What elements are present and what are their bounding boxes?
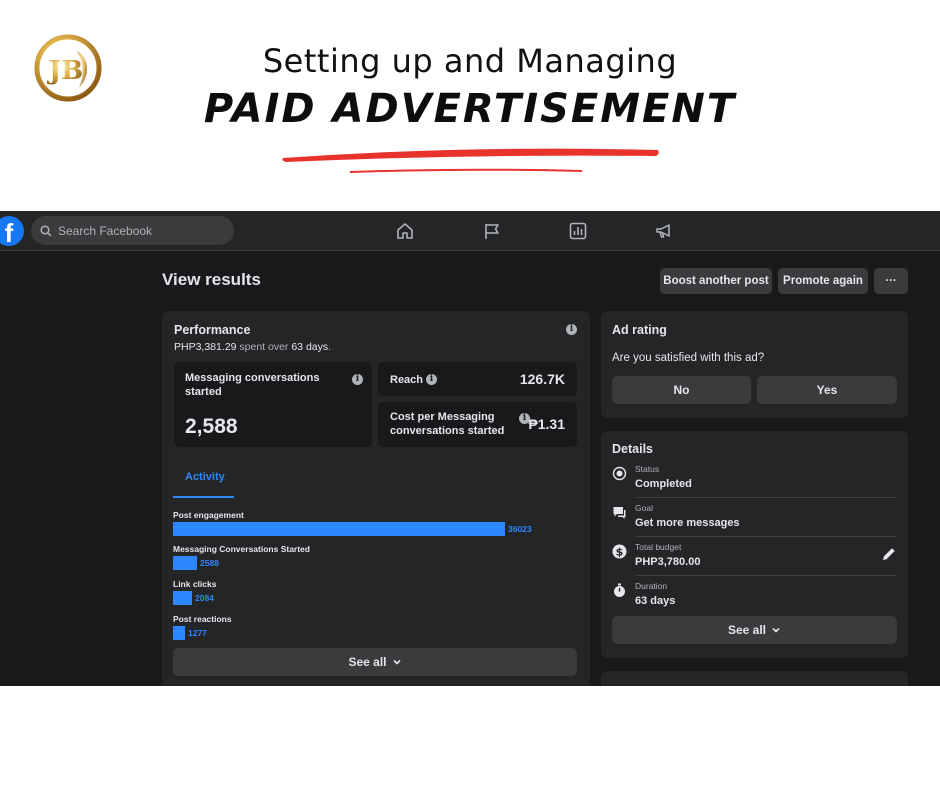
metric-label: Cost per Messaging conversations started xyxy=(390,411,505,437)
rating-no-button[interactable]: No xyxy=(612,376,751,404)
info-icon[interactable]: i xyxy=(426,374,437,385)
spent-amount: PHP3,381.29 xyxy=(174,341,237,353)
detail-value: Get more messages xyxy=(635,517,740,529)
spent-period: . xyxy=(328,341,332,353)
activity-bar xyxy=(173,626,185,640)
banner-title-line2: PAID ADVERTISEMENT xyxy=(203,86,737,132)
page-title: View results xyxy=(162,270,261,289)
search-placeholder: Search Facebook xyxy=(58,223,153,238)
activity-bar-track: 2084 xyxy=(173,591,216,605)
activity-bar-value: 2588 xyxy=(200,558,219,568)
info-icon[interactable]: i xyxy=(352,374,363,385)
tab-activity[interactable]: Activity xyxy=(185,471,225,483)
status-icon xyxy=(612,466,627,481)
detail-value: Completed xyxy=(635,478,692,490)
activity-bar-row: Post engagement 36023 xyxy=(173,510,532,536)
search-input[interactable]: Search Facebook xyxy=(31,216,234,245)
facebook-screenshot: f Search Facebook View results Boost ano… xyxy=(0,211,940,686)
detail-value: PHP3,780.00 xyxy=(635,556,701,568)
divider xyxy=(635,497,897,498)
metric-value: 126.7K xyxy=(519,371,565,387)
see-all-label: See all xyxy=(727,623,767,637)
metric-messaging-conversations: Messaging conversations started i 2,588 xyxy=(174,362,372,447)
ad-rating-title: Ad rating xyxy=(612,323,667,337)
info-icon[interactable]: i xyxy=(566,324,577,335)
activity-bar-row: Link clicks 2084 xyxy=(173,579,216,605)
details-see-all-button[interactable]: See all xyxy=(612,616,897,644)
active-tab-indicator xyxy=(173,496,234,498)
metric-value: 2,588 xyxy=(185,415,238,438)
performance-title: Performance xyxy=(174,323,251,337)
metric-reach: Reach i 126.7K xyxy=(378,362,577,396)
insights-icon[interactable] xyxy=(568,221,588,241)
activity-bar-value: 2084 xyxy=(195,593,214,603)
banner-title-line1: Setting up and Managing xyxy=(262,42,678,80)
home-icon[interactable] xyxy=(395,221,415,241)
svg-text:$: $ xyxy=(616,546,624,559)
chat-icon xyxy=(613,507,626,519)
detail-value: 63 days xyxy=(635,595,676,607)
page: JB Setting up and Managing PAID ADVERTIS… xyxy=(0,0,940,788)
divider xyxy=(635,575,897,576)
brush-underline xyxy=(282,148,659,173)
detail-label: Goal xyxy=(635,503,653,513)
detail-label: Total budget xyxy=(635,542,682,552)
activity-bar-track: 1277 xyxy=(173,626,232,640)
activity-bar-value: 36023 xyxy=(508,524,532,534)
promote-again-button[interactable]: Promote again xyxy=(778,268,868,294)
metric-value: ₱1.31 xyxy=(528,416,565,432)
spend-summary: PHP3,381.29 spent over 63 days. xyxy=(174,341,331,353)
metric-label: Messaging conversations started xyxy=(185,372,320,398)
activity-bar-track: 36023 xyxy=(173,522,532,536)
activity-bar xyxy=(173,556,197,570)
megaphone-icon[interactable] xyxy=(654,221,674,241)
more-options-button[interactable]: ··· xyxy=(874,268,908,294)
activity-bar-label: Link clicks xyxy=(173,579,217,589)
detail-label: Duration xyxy=(635,581,668,591)
see-all-label: See all xyxy=(348,655,387,669)
performance-see-all-button[interactable]: See all xyxy=(173,648,577,676)
chevron-down-icon xyxy=(772,627,780,633)
rating-yes-button[interactable]: Yes xyxy=(757,376,897,404)
edit-pencil-icon[interactable] xyxy=(881,546,897,562)
divider xyxy=(635,536,897,537)
activity-bar xyxy=(173,522,505,536)
ad-rating-question: Are you satisfied with this ad? xyxy=(612,352,765,364)
activity-bar-row: Post reactions 1277 xyxy=(173,614,232,640)
top-navigation-bar: f Search Facebook xyxy=(0,211,940,251)
next-card-partial xyxy=(601,671,908,686)
activity-bar-track: 2588 xyxy=(173,556,310,570)
details-title: Details xyxy=(612,442,653,456)
activity-bar-label: Messaging Conversations Started xyxy=(173,544,310,554)
metric-label: Reach xyxy=(390,374,424,386)
dollar-icon: $ xyxy=(612,544,627,559)
boost-another-post-button[interactable]: Boost another post xyxy=(660,268,772,294)
activity-bar xyxy=(173,591,192,605)
detail-label: Status xyxy=(635,464,660,474)
spent-suffix: spent over xyxy=(236,341,292,353)
flag-icon[interactable] xyxy=(482,221,502,241)
activity-bar-row: Messaging Conversations Started 2588 xyxy=(173,544,310,570)
stopwatch-icon xyxy=(614,583,625,597)
facebook-logo[interactable]: f xyxy=(0,216,24,248)
search-icon xyxy=(40,224,52,237)
activity-bar-label: Post engagement xyxy=(173,510,244,520)
activity-bar-label: Post reactions xyxy=(173,614,232,624)
metric-cost-per-conversation: Cost per Messaging conversations started… xyxy=(378,402,577,447)
spent-days: 63 days xyxy=(291,341,329,353)
chevron-down-icon xyxy=(392,659,401,665)
activity-bar-value: 1277 xyxy=(188,628,207,638)
